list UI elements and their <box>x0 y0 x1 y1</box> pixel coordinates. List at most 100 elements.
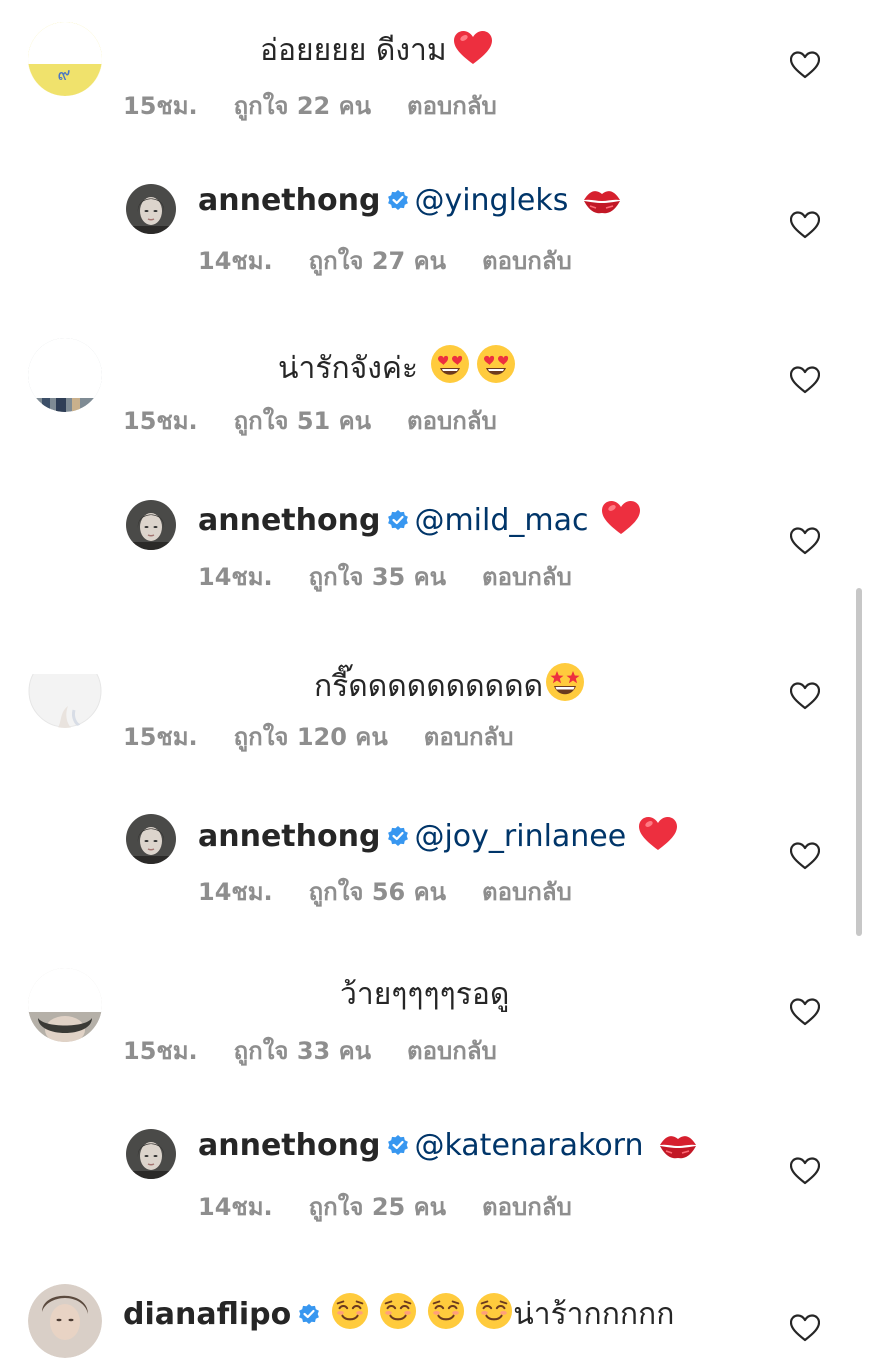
red-heart-emoji <box>638 816 678 852</box>
likes-count[interactable]: ถูกใจ 27 คน <box>309 247 446 275</box>
comment-body: ว้ายๆๆๆๆรอดู <box>340 977 510 1012</box>
mention-link[interactable]: @katenarakorn <box>414 1128 643 1163</box>
reply-item: annethong @mild_mac 14ชม. ถูกใจ 35 คน ตอบกล… <box>0 476 870 626</box>
comment-text: annethong @katenarakorn <box>198 1131 698 1161</box>
username[interactable]: annethong <box>198 819 380 854</box>
likes-count[interactable]: ถูกใจ 120 คน <box>234 723 388 751</box>
timestamp: 15ชม. <box>123 723 198 751</box>
avatar[interactable] <box>126 500 176 550</box>
timestamp: 14ชม. <box>198 247 273 275</box>
username[interactable]: annethong <box>198 503 380 538</box>
verified-badge-icon <box>386 188 410 212</box>
likes-count[interactable]: ถูกใจ 35 คน <box>309 563 446 591</box>
reply-button[interactable]: ตอบกลับ <box>407 407 497 435</box>
star-struck-emoji <box>545 662 585 702</box>
reply-item: annethong @joy_rinlanee 14ชม. ถูกใจ 56 คน ต… <box>0 792 870 942</box>
kiss-mark-emoji <box>582 186 622 216</box>
comment-meta: 15ชม. ถูกใจ 120 คน ตอบกลับ <box>123 717 549 756</box>
comment-item: dianaflipo น่าร้ากกกกก <box>0 1266 870 1358</box>
reply-button[interactable]: ตอบกลับ <box>482 563 572 591</box>
comment-meta: 14ชม. ถูกใจ 35 คน ตอบกลับ <box>198 557 608 596</box>
timestamp: 15ชม. <box>123 407 198 435</box>
heart-outline-icon[interactable] <box>790 682 820 710</box>
reply-button[interactable]: ตอบกลับ <box>482 1193 572 1221</box>
reply-item: annethong @yingleks 14ชม. ถูกใจ 27 คน ตอบกล… <box>0 160 870 310</box>
comment-item: น่ารักจังค่ะ 15ชม. ถูกใจ 51 คน ตอบกลับ <box>0 318 870 468</box>
comment-meta: 14ชม. ถูกใจ 27 คน ตอบกลับ <box>198 241 608 280</box>
reply-button[interactable]: ตอบกลับ <box>424 723 514 751</box>
smiling-face-emoji <box>427 1292 465 1330</box>
mention-link[interactable]: @yingleks <box>414 183 568 218</box>
heart-eyes-emoji <box>430 344 470 384</box>
comment-body: อ่อยยยย ดีงาม <box>260 33 447 68</box>
red-heart-emoji <box>453 30 493 66</box>
comment-text: น่ารักจังค่ะ <box>278 344 516 384</box>
likes-count[interactable]: ถูกใจ 25 คน <box>309 1193 446 1221</box>
comment-text: annethong @yingleks <box>198 186 622 216</box>
comment-body: กรี๊ดดดดดดดดดด <box>314 669 544 704</box>
avatar[interactable] <box>28 968 102 1042</box>
comment-item: ๙ อ่อยยยย ดีงาม 15ชม. ถูกใจ 22 คน ตอบกลับ <box>0 0 870 150</box>
verified-badge-icon <box>386 508 410 532</box>
heart-outline-icon[interactable] <box>790 1314 820 1342</box>
likes-count[interactable]: ถูกใจ 22 คน <box>234 92 371 120</box>
comment-meta: 15ชม. ถูกใจ 22 คน ตอบกลับ <box>123 86 533 125</box>
avatar[interactable] <box>126 184 176 234</box>
avatar[interactable] <box>28 338 102 412</box>
reply-item: annethong @katenarakorn 14ชม. ถูกใจ 25 คน ต… <box>0 1107 870 1257</box>
timestamp: 15ชม. <box>123 1037 198 1065</box>
avatar[interactable] <box>28 654 102 728</box>
avatar[interactable] <box>126 814 176 864</box>
comment-item: กรี๊ดดดดดดดดดด 15ชม. ถูกใจ 120 คน ตอบกลับ <box>0 634 870 784</box>
avatar[interactable]: ๙ <box>28 22 102 96</box>
red-heart-emoji <box>601 500 641 536</box>
scrollbar[interactable] <box>856 588 862 936</box>
username[interactable]: dianaflipo <box>123 1297 291 1332</box>
heart-outline-icon[interactable] <box>790 366 820 394</box>
heart-outline-icon[interactable] <box>790 527 820 555</box>
timestamp: 15ชม. <box>123 92 198 120</box>
likes-count[interactable]: ถูกใจ 56 คน <box>309 878 446 906</box>
verified-badge-icon <box>386 1133 410 1157</box>
comment-meta: 14ชม. ถูกใจ 25 คน ตอบกลับ <box>198 1187 608 1226</box>
comment-text: อ่อยยยย ดีงาม <box>260 30 493 66</box>
mention-link[interactable]: @joy_rinlanee <box>414 819 626 854</box>
comment-item: ว้ายๆๆๆๆรอดู 15ชม. ถูกใจ 33 คน ตอบกลับ <box>0 950 870 1100</box>
comment-meta: 15ชม. ถูกใจ 33 คน ตอบกลับ <box>123 1031 533 1070</box>
kiss-mark-emoji <box>658 1131 698 1161</box>
heart-outline-icon[interactable] <box>790 51 820 79</box>
avatar[interactable] <box>126 1129 176 1179</box>
comment-text: annethong @mild_mac <box>198 500 641 536</box>
comment-body: น่าร้ากกกกก <box>513 1297 675 1332</box>
comment-meta: 15ชม. ถูกใจ 51 คน ตอบกลับ <box>123 401 533 440</box>
reply-button[interactable]: ตอบกลับ <box>407 1037 497 1065</box>
avatar[interactable] <box>28 1284 102 1358</box>
reply-button[interactable]: ตอบกลับ <box>407 92 497 120</box>
heart-outline-icon[interactable] <box>790 998 820 1026</box>
comment-text: กรี๊ดดดดดดดดดด <box>314 662 585 702</box>
likes-count[interactable]: ถูกใจ 33 คน <box>234 1037 371 1065</box>
comment-meta: 14ชม. ถูกใจ 56 คน ตอบกลับ <box>198 872 608 911</box>
smiling-face-emoji <box>331 1292 369 1330</box>
verified-badge-icon <box>386 824 410 848</box>
timestamp: 14ชม. <box>198 878 273 906</box>
heart-eyes-emoji <box>476 344 516 384</box>
comment-text: annethong @joy_rinlanee <box>198 816 678 852</box>
mention-link[interactable]: @mild_mac <box>414 503 588 538</box>
smiling-face-emoji <box>475 1292 513 1330</box>
username[interactable]: annethong <box>198 1128 380 1163</box>
comment-body: น่ารักจังค่ะ <box>278 351 419 386</box>
heart-outline-icon[interactable] <box>790 1157 820 1185</box>
reply-button[interactable]: ตอบกลับ <box>482 878 572 906</box>
username[interactable]: annethong <box>198 183 380 218</box>
reply-button[interactable]: ตอบกลับ <box>482 247 572 275</box>
svg-text:๙: ๙ <box>57 64 70 85</box>
timestamp: 14ชม. <box>198 1193 273 1221</box>
comment-text: dianaflipo น่าร้ากกกกก <box>123 1292 674 1330</box>
timestamp: 14ชม. <box>198 563 273 591</box>
heart-outline-icon[interactable] <box>790 211 820 239</box>
likes-count[interactable]: ถูกใจ 51 คน <box>234 407 371 435</box>
heart-outline-icon[interactable] <box>790 842 820 870</box>
smiling-face-emoji <box>379 1292 417 1330</box>
verified-badge-icon <box>297 1302 321 1326</box>
